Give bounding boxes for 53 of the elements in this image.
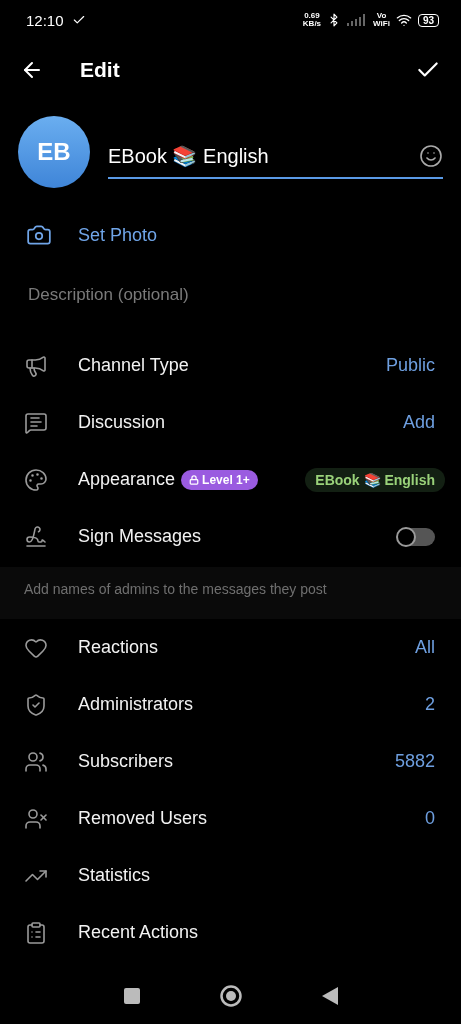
people-icon (24, 749, 48, 774)
home-icon[interactable] (219, 985, 242, 1007)
set-photo-button[interactable]: Set Photo (0, 204, 461, 266)
settings-row[interactable]: Channel Type Public (0, 337, 461, 394)
row-value: All (415, 637, 435, 658)
settings-row[interactable]: Discussion Add (0, 394, 461, 451)
back-icon[interactable] (321, 987, 338, 1005)
hint-text: Add names of admins to the messages they post (0, 567, 461, 619)
row-label: Statistics (78, 865, 151, 886)
wifi-icon (395, 12, 412, 28)
vowifi-label: Vo WiFi (373, 12, 390, 28)
row-label: Subscribers (78, 751, 174, 772)
row-label: Removed Users (78, 808, 208, 829)
settings-row[interactable]: Appearance Level 1+ EBook 📚 English (0, 451, 461, 508)
megaphone-icon (24, 353, 48, 378)
settings-row[interactable]: Recent Actions (0, 904, 461, 961)
row-label: Reactions (78, 637, 159, 658)
settings-row[interactable]: Sign Messages (0, 508, 461, 565)
camera-icon (26, 222, 52, 248)
network-speed: 0.69 KB/s (302, 12, 322, 28)
row-value: Add (402, 412, 435, 433)
row-label: Administrators (78, 694, 194, 715)
row-label: Discussion (78, 412, 166, 433)
toggle-switch[interactable] (397, 527, 435, 546)
clipboard-icon (24, 920, 48, 945)
palette-icon (24, 467, 48, 492)
name-preview-pill: EBook 📚 English (305, 467, 445, 492)
battery-level: 93 (417, 13, 439, 27)
row-label: Sign Messages (78, 526, 202, 547)
row-value: 5882 (394, 751, 435, 772)
row-label: Channel Type (78, 355, 189, 376)
screen-title: Edit (80, 58, 120, 82)
signature-icon (24, 524, 48, 549)
settings-row[interactable]: Statistics (0, 847, 461, 904)
signal-icon (347, 14, 368, 26)
level-badge: Level 1+ (181, 469, 258, 490)
settings-row[interactable]: Administrators 2 (0, 676, 461, 733)
row-value: 2 (425, 694, 435, 715)
row-value: 0 (425, 808, 435, 829)
recents-icon[interactable] (123, 988, 140, 1004)
shield-icon (24, 692, 48, 717)
settings-row[interactable]: Removed Users 0 (0, 790, 461, 847)
description-field[interactable]: Description (optional) (26, 266, 435, 324)
settings-row[interactable]: Subscribers 5882 (0, 733, 461, 790)
row-label: Recent Actions (78, 922, 199, 943)
emoji-icon[interactable] (419, 144, 443, 168)
settings-row[interactable]: Reactions All (0, 619, 461, 676)
row-label: Appearance (78, 469, 176, 490)
user-x-icon (24, 806, 48, 831)
row-value: Public (385, 355, 435, 376)
chat-bubble-icon (24, 410, 48, 435)
clock: 12:10 (26, 11, 64, 29)
channel-name-field[interactable]: EBook 📚 English (108, 144, 419, 168)
